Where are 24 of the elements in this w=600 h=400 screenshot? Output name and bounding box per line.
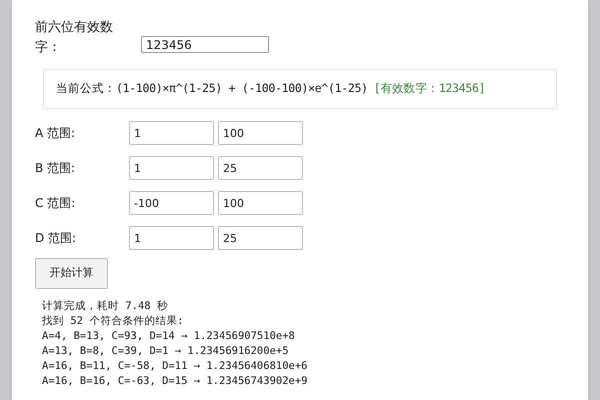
output-line: A=16, B=16, C=-63, D=15 → 1.23456743902e+9 bbox=[42, 374, 309, 389]
range-label: A 范围: bbox=[35, 125, 76, 142]
range-label: D 范围: bbox=[35, 230, 78, 247]
formula-label: 当前公式： bbox=[56, 80, 116, 98]
start-button[interactable]: 开始计算 bbox=[35, 258, 108, 289]
input-field[interactable]: 100 bbox=[218, 191, 303, 215]
output-line: 计算完成，耗时 7.48 秒 bbox=[42, 299, 169, 314]
input-field[interactable]: 100 bbox=[218, 121, 303, 145]
digits-text: [有效数字：123456] bbox=[374, 80, 486, 98]
field-label: 前六位有效数字： bbox=[35, 19, 114, 57]
output-line: A=16, B=11, C=-58, D=11 → 1.23456406810e+6 bbox=[42, 359, 309, 374]
output-line: 找到 52 个符合条件的结果: bbox=[42, 314, 185, 329]
input-field[interactable]: -100 bbox=[129, 191, 214, 215]
output-line: A=13, B=8, C=39, D=1 → 1.23456916200e+5 bbox=[42, 344, 290, 359]
input-field[interactable]: 1 bbox=[129, 121, 214, 145]
formula-text: (1-100)×π^(1-25) + (-100-100)×e^(1-25) bbox=[116, 80, 368, 98]
input-field[interactable]: 25 bbox=[218, 226, 303, 250]
output-line: A=4, B=13, C=93, D=14 → 1.23456907510e+8 bbox=[42, 329, 296, 344]
input-field[interactable]: 1 bbox=[129, 156, 214, 180]
range-label: C 范围: bbox=[35, 195, 76, 212]
range-label: B 范围: bbox=[35, 160, 76, 177]
input-field[interactable]: 25 bbox=[218, 156, 303, 180]
input-field[interactable]: 123456 bbox=[141, 36, 269, 53]
input-field[interactable]: 1 bbox=[129, 226, 214, 250]
